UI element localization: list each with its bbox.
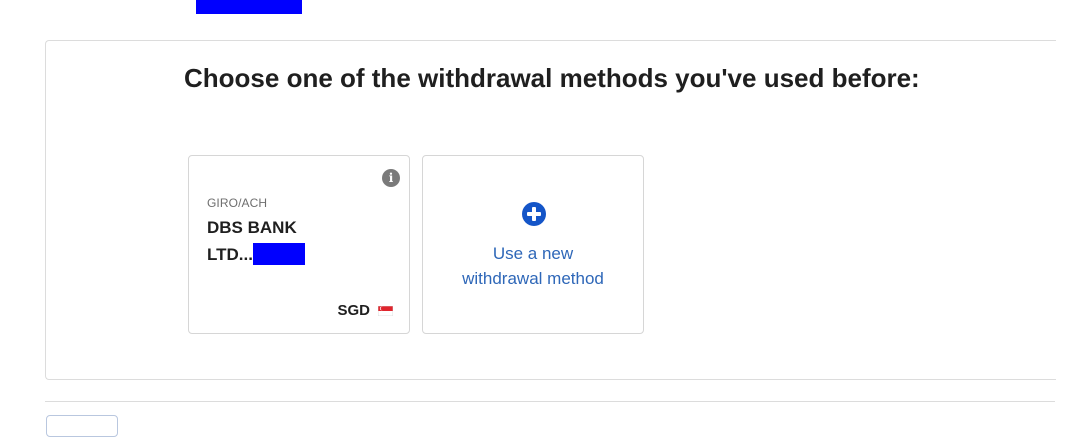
- account-prefix: LTD...: [207, 245, 253, 264]
- new-method-line2: withdrawal method: [462, 269, 604, 288]
- currency-indicator: SGD: [337, 302, 393, 319]
- page-heading: Choose one of the withdrawal methods you…: [184, 63, 920, 93]
- bank-name: DBS BANK LTD...: [207, 214, 327, 268]
- new-method-line1: Use a new: [492, 244, 574, 263]
- method-type-label: GIRO/ACH: [207, 196, 268, 210]
- section-divider: [45, 401, 1055, 402]
- plus-circle-icon: [522, 202, 546, 226]
- saved-withdrawal-method-card[interactable]: i GIRO/ACH DBS BANK LTD... SGD: [188, 155, 410, 334]
- singapore-flag-icon: [378, 305, 393, 316]
- redacted-block-top: [196, 0, 302, 14]
- bottom-action-button[interactable]: [46, 415, 118, 437]
- withdrawal-methods-panel: Choose one of the withdrawal methods you…: [45, 40, 1056, 380]
- bank-name-line1: DBS BANK: [207, 218, 297, 237]
- new-withdrawal-method-card[interactable]: Use a new withdrawal method: [422, 155, 644, 334]
- info-icon[interactable]: i: [382, 169, 400, 187]
- currency-code: SGD: [337, 302, 370, 319]
- redacted-account-number: [252, 243, 305, 265]
- bank-name-line2: LTD...: [207, 241, 327, 268]
- new-method-label: Use a new withdrawal method: [423, 241, 643, 291]
